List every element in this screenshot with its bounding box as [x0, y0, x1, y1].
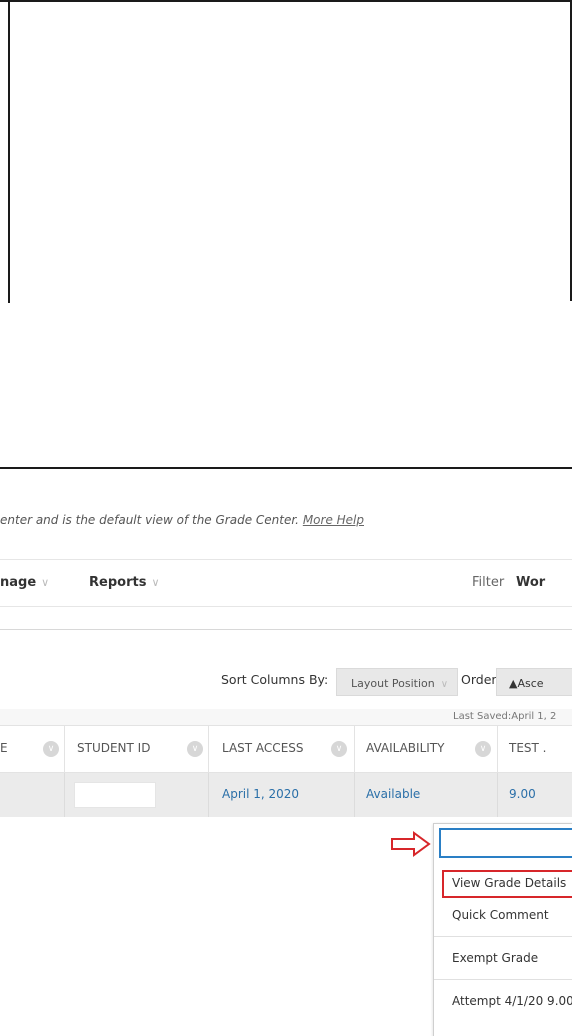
chevron-down-icon: ∨: [41, 576, 50, 589]
column-menu-icon[interactable]: ∨: [187, 741, 203, 757]
arrow-right-icon: [391, 831, 431, 857]
menu-divider: [434, 979, 572, 980]
order-label: Order:: [461, 672, 501, 687]
column-header-test[interactable]: TEST .: [498, 726, 572, 772]
menu-item-exempt-grade[interactable]: Exempt Grade: [452, 951, 538, 965]
last-access-value: April 1, 2020: [222, 787, 300, 801]
student-id-field: [74, 782, 156, 808]
section-divider: [0, 629, 572, 630]
sort-controls: Sort Columns By: Layout Position ∨ Order:…: [0, 665, 572, 705]
grid-header-row: E ∨ STUDENT ID ∨ LAST ACCESS ∨ AVAILABIL…: [0, 725, 572, 773]
column-header-label: STUDENT ID: [77, 741, 151, 755]
column-header-label: TEST .: [509, 741, 547, 755]
column-menu-icon[interactable]: ∨: [331, 741, 347, 757]
menu-item-attempt[interactable]: Attempt 4/1/20 9.00: [452, 994, 572, 1008]
sort-columns-value: Layout Position: [351, 677, 435, 690]
column-header-label: E: [0, 741, 8, 755]
work-offline-menu[interactable]: Wor: [516, 575, 545, 590]
sort-columns-select[interactable]: Layout Position ∨: [336, 668, 458, 696]
reports-menu[interactable]: Reports ∨: [89, 575, 160, 590]
column-header-availability[interactable]: AVAILABILITY ∨: [355, 726, 498, 772]
grade-center-panel: enter and is the default view of the Gra…: [0, 467, 572, 1036]
column-menu-icon[interactable]: ∨: [475, 741, 491, 757]
order-toggle[interactable]: ▲Asce: [496, 668, 572, 696]
last-saved-bar: Last Saved:April 1, 2: [0, 709, 572, 725]
manage-menu[interactable]: nage ∨: [0, 575, 49, 590]
menu-divider: [434, 936, 572, 937]
menu-item-view-grade-details[interactable]: View Grade Details: [452, 876, 566, 890]
name-cell: [0, 773, 65, 817]
context-menu-search-field[interactable]: [439, 828, 572, 858]
test-grade-value[interactable]: 9.00: [509, 787, 536, 801]
action-bar: nage ∨ Reports ∨ Filter Wor: [0, 559, 572, 607]
student-id-cell: [65, 773, 209, 817]
more-help-link[interactable]: More Help: [303, 513, 364, 527]
table-row: April 1, 2020 Available 9.00: [0, 773, 572, 817]
last-access-cell: April 1, 2020: [209, 773, 355, 817]
availability-cell: Available: [355, 773, 498, 817]
column-header-label: LAST ACCESS: [222, 741, 304, 755]
test-grade-cell[interactable]: 9.00: [498, 773, 572, 817]
column-header-name[interactable]: E ∨: [0, 726, 65, 772]
filter-button[interactable]: Filter: [472, 575, 504, 590]
column-header-label: AVAILABILITY: [366, 741, 445, 755]
availability-value: Available: [366, 787, 421, 801]
help-text: enter and is the default view of the Gra…: [0, 513, 364, 527]
last-saved-text: Last Saved:April 1, 2: [453, 711, 557, 722]
chevron-down-icon: ∨: [440, 679, 449, 690]
column-header-student-id[interactable]: STUDENT ID ∨: [65, 726, 209, 772]
chevron-down-icon: ∨: [151, 576, 160, 589]
manage-menu-label: nage: [0, 575, 37, 590]
menu-item-quick-comment[interactable]: Quick Comment: [452, 908, 549, 922]
column-menu-icon[interactable]: ∨: [43, 741, 59, 757]
column-header-last-access[interactable]: LAST ACCESS ∨: [209, 726, 355, 772]
frame-border-left: [8, 2, 10, 303]
help-description: enter and is the default view of the Gra…: [0, 513, 303, 527]
blank-frame: [0, 0, 572, 303]
reports-menu-label: Reports: [89, 575, 147, 590]
grade-context-menu: View Grade Details Quick Comment Exempt …: [433, 823, 572, 1036]
sort-columns-label: Sort Columns By:: [221, 672, 329, 687]
